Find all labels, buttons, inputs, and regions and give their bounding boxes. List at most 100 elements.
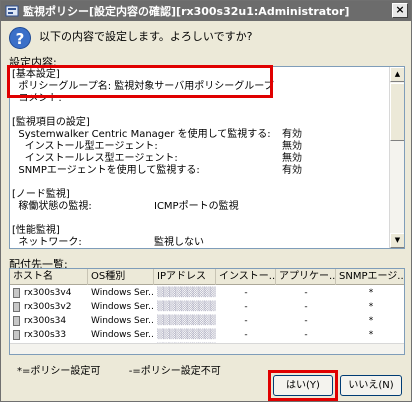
cell-os-text: Windows Ser... [91,302,154,312]
settings-line-text: ネットワーク: [12,237,82,248]
cell-install-text: - [244,288,248,298]
server-icon [13,329,20,340]
settings-line [12,213,390,225]
settings-line-text: インストールレス型エージェント: [12,153,178,164]
scroll-up-icon[interactable]: ▲ [390,67,404,82]
policy-confirm-dialog: 監視ポリシー[設定内容の確認][rx300s32u1:Administrator… [0,0,412,402]
cell-install: - [216,328,276,342]
cell-app: - [276,328,336,342]
legend-not-settable: -=ポリシー設定不可 [128,366,221,377]
column-host[interactable]: ホスト名 [10,269,88,285]
cell-os: Windows Ser... [88,300,154,314]
settings-line: ネットワーク: 監視しない [12,237,390,248]
settings-line-text: Systemwalker Centric Manager を使用して監視する: [12,129,271,140]
cell-host-text: rx300s33 [24,330,67,340]
settings-line: [監視項目の設定] [12,117,390,129]
column-snmp[interactable]: SNMPエージ... [336,269,404,285]
settings-line: SNMPエージェントを使用して監視する: 有効 [12,165,390,177]
settings-line-value: 無効 [282,141,302,152]
cell-app-text: - [304,288,308,298]
settings-line-text: [性能監視] [12,225,60,236]
settings-line-text: [監視項目の設定] [12,117,90,128]
cell-app: - [276,314,336,328]
vertical-scrollbar[interactable]: ▲ ▼ [389,67,404,248]
cell-host: rx300s3v2 [10,300,88,314]
cell-snmp: * [336,300,404,314]
settings-line-value: 無効 [282,153,302,164]
settings-line: 稼働状態の監視: ICMPポートの監視 [12,201,390,213]
legend: *=ポリシー設定可 -=ポリシー設定不可 [17,362,221,377]
settings-line-text: SNMPエージェントを使用して監視する: [12,165,200,176]
settings-line-value: 有効 [282,129,302,140]
window-title: 監視ポリシー[設定内容の確認][rx300s32u1:Administrator… [23,5,350,18]
settings-line-text: [ノード監視] [12,189,70,200]
cell-host-text: rx300s3v2 [24,302,72,312]
cell-os-text: Windows Ser... [91,330,154,340]
cell-install: - [216,286,276,300]
column-app[interactable]: アプリケー... [276,269,336,285]
cell-app-text: - [304,302,308,312]
settings-line-text: 稼働状態の監視: [12,201,92,212]
server-icon [13,301,20,312]
settings-line [12,177,390,189]
cell-host: rx300s34 [10,314,88,328]
settings-line: インストール型エージェント: 無効 [12,141,390,153]
cell-ip-text: ▒▒▒▒▒▒▒▒▒▒▒ [157,288,216,298]
cell-snmp: * [336,286,404,300]
cell-snmp-text: * [368,316,374,326]
cell-ip: ▒▒▒▒▒▒▒▒▒▒▒ [154,286,216,300]
cell-install-text: - [244,316,248,326]
table-row[interactable]: rx300s34 Windows Ser... ▒▒▒▒▒▒▒▒▒▒▒ - - * [10,314,404,328]
table-row[interactable]: rx300s3v4 Windows Ser... ▒▒▒▒▒▒▒▒▒▒▒ - - * [10,286,404,300]
cell-ip: ▒▒▒▒▒▒▒▒▒▒▒ [154,328,216,342]
column-os[interactable]: OS種別 [88,269,154,285]
highlight-outline-policy-group [7,65,273,98]
scroll-down-icon[interactable]: ▼ [390,233,404,248]
cell-install: - [216,314,276,328]
cell-app: - [276,300,336,314]
cell-ip-text: ▒▒▒▒▒▒▒▒▒▒▒ [157,302,216,312]
settings-line: Systemwalker Centric Manager を使用して監視する: 有… [12,129,390,141]
table-row[interactable]: rx300s3v2 Windows Ser... ▒▒▒▒▒▒▒▒▒▒▒ - - * [10,300,404,314]
server-icon [13,315,20,326]
cell-install: - [216,300,276,314]
cell-host: rx300s33 [10,328,88,342]
title-bar[interactable]: 監視ポリシー[設定内容の確認][rx300s32u1:Administrator… [1,1,411,21]
cell-app-text: - [304,316,308,326]
settings-line-text: インストール型エージェント: [12,141,158,152]
cell-app-text: - [304,330,308,340]
settings-line: [ノード監視] [12,189,390,201]
column-install[interactable]: インストー... [216,269,276,285]
policy-app-icon [5,5,19,17]
cell-host-text: rx300s34 [24,316,67,326]
horizontal-scrollbar[interactable] [10,343,404,354]
target-list[interactable]: ホスト名 OS種別 IPアドレス インストー... アプリケー... SNMPエ… [9,268,405,355]
table-row[interactable]: rx300s33 Windows Ser... ▒▒▒▒▒▒▒▒▒▒▒ - - * [10,328,404,342]
column-ip[interactable]: IPアドレス [154,269,216,285]
settings-line: インストールレス型エージェント: 無効 [12,153,390,165]
cell-os: Windows Ser... [88,328,154,342]
cell-ip-text: ▒▒▒▒▒▒▒▒▒▒▒ [157,316,216,326]
settings-line [12,105,390,117]
scroll-thumb[interactable] [390,83,404,141]
server-icon [13,287,20,298]
cell-snmp-text: * [368,330,374,340]
cell-os-text: Windows Ser... [91,288,154,298]
cell-snmp: * [336,328,404,342]
settings-line: [性能監視] [12,225,390,237]
cell-ip: ▒▒▒▒▒▒▒▒▒▒▒ [154,300,216,314]
no-button[interactable]: いいえ(N) [340,375,402,396]
settings-line-value: ICMPポートの監視 [154,201,239,212]
cell-snmp: * [336,314,404,328]
cell-snmp-text: * [368,288,374,298]
highlight-outline-yes [268,370,338,401]
question-icon: ? [9,27,31,49]
cell-ip: ▒▒▒▒▒▒▒▒▒▒▒ [154,314,216,328]
cell-os-text: Windows Ser... [91,316,154,326]
close-button[interactable]: × [392,3,408,18]
cell-install-text: - [244,330,248,340]
cell-ip-text: ▒▒▒▒▒▒▒▒▒▒▒ [157,330,216,340]
cell-snmp-text: * [368,302,374,312]
cell-host-text: rx300s3v4 [24,288,72,298]
legend-settable: *=ポリシー設定可 [17,366,101,377]
